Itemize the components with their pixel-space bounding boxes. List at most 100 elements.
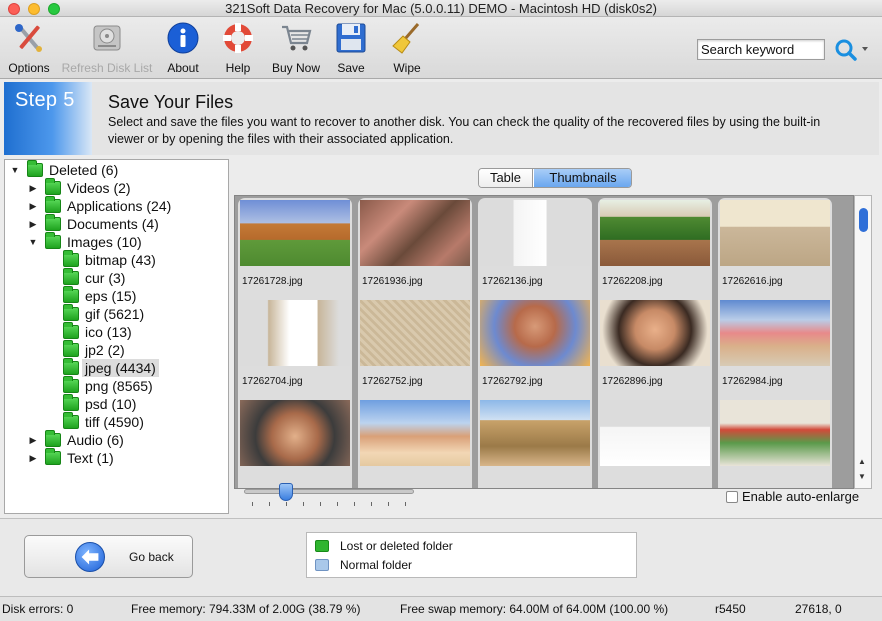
tree-node[interactable]: ▼ Deleted (6) bbox=[5, 160, 228, 179]
tree-node-label: psd (10) bbox=[85, 396, 137, 412]
tree-node[interactable]: ▶ Applications (24) bbox=[5, 196, 228, 215]
thumbnail-image bbox=[720, 300, 830, 366]
content-panel: Table Thumbnails 17261728.jpg 17261936.jp… bbox=[234, 159, 879, 514]
thumbnail-item[interactable] bbox=[598, 398, 712, 488]
tree-node[interactable]: eps (15) bbox=[5, 286, 228, 305]
status-free-memory: Free memory: 794.33M of 2.00G (38.79 %) bbox=[131, 602, 361, 616]
thumbnail-item[interactable]: 17262616.jpg bbox=[718, 198, 832, 314]
save-button[interactable]: Save bbox=[333, 21, 369, 75]
thumbnail-image bbox=[240, 200, 350, 266]
tree-node[interactable]: ▶ Documents (4) bbox=[5, 214, 228, 233]
tab-thumbnails[interactable]: Thumbnails bbox=[534, 169, 631, 187]
tree-node[interactable]: ▶ Text (1) bbox=[5, 448, 228, 467]
scrollbar-thumb[interactable] bbox=[859, 208, 868, 232]
hard-disk-icon bbox=[93, 25, 121, 51]
thumbnail-item[interactable]: 17262752.jpg bbox=[358, 298, 472, 414]
disclosure-expanded-icon[interactable]: ▼ bbox=[9, 161, 21, 179]
tree-node[interactable]: bitmap (43) bbox=[5, 250, 228, 269]
tree-node[interactable]: jp2 (2) bbox=[5, 340, 228, 359]
refresh-disk-list-button[interactable]: Refresh Disk List bbox=[60, 21, 154, 75]
folder-legend: Lost or deleted folder Normal folder bbox=[306, 532, 637, 578]
thumbnail-item[interactable]: 17262704.jpg bbox=[238, 298, 352, 414]
help-button[interactable]: Help bbox=[216, 21, 260, 75]
thumbnail-image bbox=[360, 400, 470, 466]
buy-now-button[interactable]: Buy Now bbox=[270, 21, 322, 75]
slider-tick bbox=[320, 502, 321, 506]
thumbnail-filename: 17262896.jpg bbox=[602, 376, 663, 387]
thumbnail-item[interactable]: 17261936.jpg bbox=[358, 198, 472, 314]
checkbox-box[interactable] bbox=[726, 491, 738, 503]
step-badge: Step 5 bbox=[4, 82, 92, 155]
step-title: Save Your Files bbox=[108, 92, 234, 112]
thumbnail-filename: 17262752.jpg bbox=[362, 376, 423, 387]
thumbnail-filename: 17261936.jpg bbox=[362, 276, 423, 287]
thumbnail-image bbox=[240, 400, 350, 466]
thumbnail-item[interactable]: 17262984.jpg bbox=[718, 298, 832, 414]
thumbnail-item[interactable]: 17261728.jpg bbox=[238, 198, 352, 314]
tree-node-label: cur (3) bbox=[85, 270, 126, 286]
green-folder-icon bbox=[45, 214, 61, 231]
thumbnail-item[interactable]: 17262208.jpg bbox=[598, 198, 712, 314]
green-folder-icon bbox=[45, 196, 61, 213]
thumbnail-item[interactable] bbox=[238, 398, 352, 488]
options-button[interactable]: Options bbox=[5, 21, 53, 75]
thumbnail-item[interactable] bbox=[718, 398, 832, 488]
thumbnail-image bbox=[360, 300, 470, 366]
search-icon[interactable] bbox=[833, 37, 871, 63]
about-button[interactable]: About bbox=[161, 21, 205, 75]
disclosure-collapsed-icon[interactable]: ▶ bbox=[27, 215, 39, 233]
tree-node[interactable]: gif (5621) bbox=[5, 304, 228, 323]
thumbnail-item[interactable]: 17262136.jpg bbox=[478, 198, 592, 314]
thumbnail-image bbox=[600, 300, 710, 366]
thumbnail-grid: 17261728.jpg 17261936.jpg 17262136.jpg 1726… bbox=[234, 195, 854, 489]
scroll-down-icon[interactable]: ▼ bbox=[858, 472, 866, 481]
slider-tick bbox=[405, 502, 406, 506]
thumbnail-filename: 17262984.jpg bbox=[722, 376, 783, 387]
disclosure-expanded-icon[interactable]: ▼ bbox=[27, 233, 39, 251]
thumbnail-image bbox=[720, 400, 830, 466]
tree-node[interactable]: ▶ Videos (2) bbox=[5, 178, 228, 197]
disclosure-collapsed-icon[interactable]: ▶ bbox=[27, 197, 39, 215]
shopping-cart-icon bbox=[282, 25, 312, 51]
disclosure-collapsed-icon[interactable]: ▶ bbox=[27, 449, 39, 467]
thumbnail-filename: 17262208.jpg bbox=[602, 276, 663, 287]
thumbnail-item[interactable]: 17262792.jpg bbox=[478, 298, 592, 414]
tree-node[interactable]: cur (3) bbox=[5, 268, 228, 287]
thumbnail-size-slider[interactable] bbox=[244, 489, 414, 494]
slider-knob[interactable] bbox=[279, 483, 293, 501]
close-window-button[interactable] bbox=[8, 3, 20, 15]
tab-table[interactable]: Table bbox=[479, 169, 533, 187]
tree-node-label: bitmap (43) bbox=[85, 252, 156, 268]
info-icon bbox=[167, 22, 199, 54]
zoom-window-button[interactable] bbox=[48, 3, 60, 15]
go-back-button[interactable]: Go back bbox=[24, 535, 193, 578]
back-arrow-icon bbox=[75, 542, 105, 572]
thumbnail-item[interactable] bbox=[358, 398, 472, 488]
tree-node[interactable]: ico (13) bbox=[5, 322, 228, 341]
slider-tick bbox=[286, 502, 287, 506]
slider-tick bbox=[303, 502, 304, 506]
search-input[interactable] bbox=[697, 39, 825, 60]
green-folder-icon bbox=[63, 250, 79, 267]
minimize-window-button[interactable] bbox=[28, 3, 40, 15]
disclosure-collapsed-icon[interactable]: ▶ bbox=[27, 179, 39, 197]
thumbnail-item[interactable] bbox=[478, 398, 592, 488]
tree-node[interactable]: jpeg (4434) bbox=[5, 358, 228, 377]
tree-node[interactable]: tiff (4590) bbox=[5, 412, 228, 431]
vertical-scrollbar[interactable]: ▲ ▼ bbox=[854, 195, 872, 489]
disclosure-collapsed-icon[interactable]: ▶ bbox=[27, 431, 39, 449]
auto-enlarge-checkbox[interactable]: Enable auto-enlarge bbox=[726, 489, 859, 504]
tree-node[interactable]: psd (10) bbox=[5, 394, 228, 413]
thumbnail-filename: 17262616.jpg bbox=[722, 276, 783, 287]
tree-node-label: Videos (2) bbox=[67, 180, 131, 196]
step-panel: Save Your Files Select and save the file… bbox=[92, 82, 879, 155]
thumbnail-filename: 17262792.jpg bbox=[482, 376, 543, 387]
tree-node[interactable]: ▶ Audio (6) bbox=[5, 430, 228, 449]
green-folder-icon bbox=[63, 268, 79, 285]
tree-node[interactable]: ▼ Images (10) bbox=[5, 232, 228, 251]
scroll-up-icon[interactable]: ▲ bbox=[858, 457, 866, 466]
green-folder-icon bbox=[63, 322, 79, 339]
wipe-button[interactable]: Wipe bbox=[389, 21, 425, 75]
tree-node[interactable]: png (8565) bbox=[5, 376, 228, 395]
thumbnail-item[interactable]: 17262896.jpg bbox=[598, 298, 712, 414]
